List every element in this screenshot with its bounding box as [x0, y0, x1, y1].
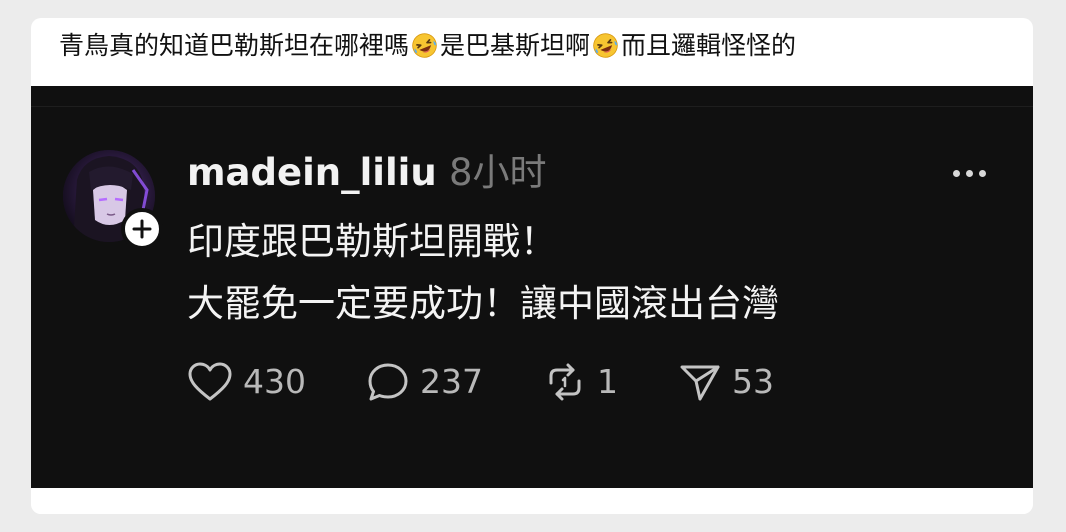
post-card: 青鳥真的知道巴勒斯坦在哪裡嗎 是巴基斯坦啊 而且邏輯怪怪的 madein_lil…	[31, 18, 1033, 514]
timestamp: 8小时	[449, 151, 547, 194]
embedded-post-screenshot: madein_liliu 8小时 印度跟巴勒斯坦開戰！ 大罷免一定要成功！讓中國…	[31, 86, 1033, 496]
repost-count: 1	[597, 362, 618, 401]
repost-icon	[549, 363, 581, 401]
reply-button[interactable]: 237	[366, 361, 483, 403]
ellipsis-icon-dot	[953, 169, 960, 177]
ellipsis-icon-dot	[966, 169, 973, 177]
laughing-emoji-icon	[412, 33, 437, 58]
action-bar: 430 237 1 53	[187, 358, 834, 406]
username[interactable]: madein_liliu	[187, 150, 437, 196]
comment-icon	[368, 363, 408, 401]
follow-button[interactable]	[121, 208, 163, 250]
caption-part-1: 青鳥真的知道巴勒斯坦在哪裡嗎	[59, 31, 410, 60]
reply-count: 237	[420, 362, 483, 401]
plus-icon	[132, 219, 152, 239]
send-icon	[680, 365, 720, 401]
caption-part-2: 是巴基斯坦啊	[440, 31, 591, 60]
more-options-button[interactable]	[953, 166, 993, 180]
share-button[interactable]: 53	[678, 361, 774, 403]
share-count: 53	[732, 362, 774, 401]
post-text-line-2: 大罷免一定要成功！讓中國滾出台灣	[187, 282, 779, 325]
caption-text: 青鳥真的知道巴勒斯坦在哪裡嗎 是巴基斯坦啊 而且邏輯怪怪的	[59, 28, 796, 64]
caption-part-3: 而且邏輯怪怪的	[621, 31, 797, 60]
like-count: 430	[243, 362, 306, 401]
repost-button[interactable]: 1	[543, 361, 618, 403]
divider	[31, 106, 1033, 107]
like-button[interactable]: 430	[187, 361, 306, 403]
ellipsis-icon-dot	[979, 169, 986, 177]
heart-icon	[188, 362, 232, 401]
laughing-emoji-icon	[593, 33, 618, 58]
post-text-line-1: 印度跟巴勒斯坦開戰！	[187, 220, 557, 263]
next-post-peek	[31, 488, 1033, 514]
